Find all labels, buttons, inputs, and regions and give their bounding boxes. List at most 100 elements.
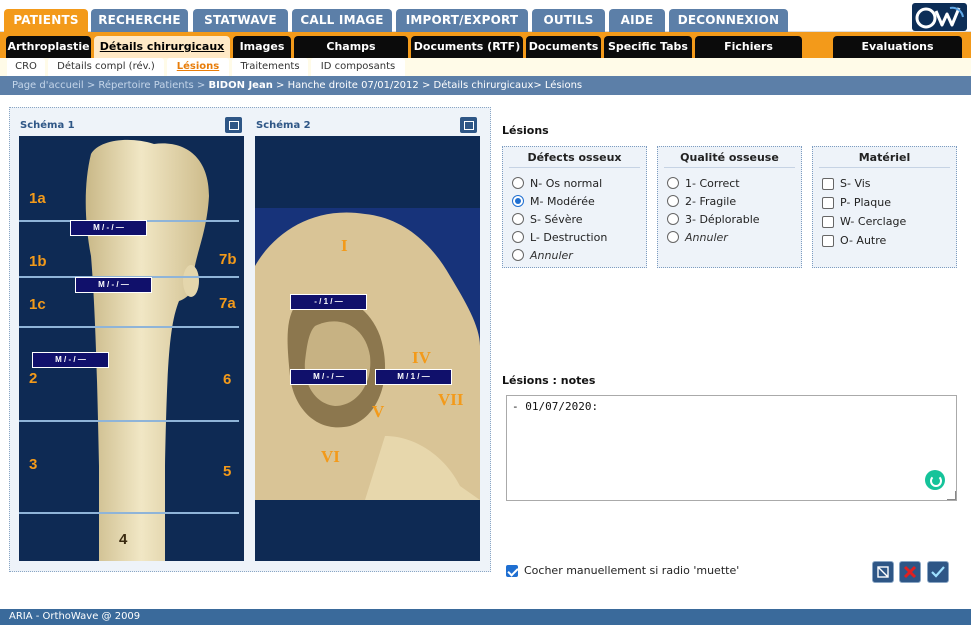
lesion-tag-zone-v[interactable]: M / - / — [290, 369, 367, 385]
material-option[interactable]: P- Plaque [813, 193, 956, 212]
material-legend: Matériel [819, 151, 950, 168]
defect-option[interactable]: S- Sévère [503, 210, 646, 228]
tab-call-image[interactable]: CALL IMAGE [292, 9, 392, 32]
top-nav: PATIENTS RECHERCHE STATWAVE CALL IMAGE I… [0, 0, 971, 32]
lesion-tag-zone-1a[interactable]: M / - / — [70, 220, 147, 236]
option-label: N- Os normal [530, 176, 603, 190]
lesions-heading: Lésions [502, 124, 549, 137]
radio-button[interactable] [512, 213, 524, 225]
manual-check-row[interactable]: Cocher manuellement si radio 'muette' [506, 564, 739, 577]
quality-option[interactable]: 2- Fragile [658, 192, 801, 210]
close-icon [903, 565, 917, 579]
radio-button[interactable] [512, 177, 524, 189]
zone-label: 5 [223, 463, 232, 480]
lesion-tag-zone-iv[interactable]: M / 1 / — [375, 369, 452, 385]
zone-line [19, 326, 239, 328]
tab-aide[interactable]: AIDE [609, 9, 665, 32]
quality-option[interactable]: 1- Correct [658, 174, 801, 192]
tab-traitements[interactable]: Traitements [232, 58, 308, 76]
resize-grip-icon[interactable] [947, 491, 956, 500]
breadcrumb-current: > Hanche droite 07/01/2012 > Détails chi… [276, 80, 583, 91]
zone-label: 3 [29, 456, 38, 473]
tab-images[interactable]: Images [233, 36, 291, 58]
tab-documents-rtf[interactable]: Documents (RTF) [411, 36, 523, 58]
lesion-tag-zone-2[interactable]: M / - / — [32, 352, 109, 368]
breadcrumb-path[interactable]: Page d'accueil > Répertoire Patients > [12, 80, 205, 91]
material-option[interactable]: S- Vis [813, 174, 956, 193]
tab-specific-tabs[interactable]: Specific Tabs [604, 36, 692, 58]
tab-documents[interactable]: Documents [526, 36, 601, 58]
notes-textarea[interactable]: - 01/07/2020: [506, 395, 957, 501]
tab-lesions[interactable]: Lésions [167, 58, 229, 76]
lesion-tag-zone-i[interactable]: - / 1 / — [290, 294, 367, 310]
tab-id-composants[interactable]: ID composants [311, 58, 405, 76]
breadcrumb-patient[interactable]: BIDON Jean [208, 80, 272, 91]
quality-option[interactable]: Annuler [658, 228, 801, 246]
schema-panel: Schéma 1 1a 1b 1c 2 3 4 5 6 7a 7b M / - … [9, 107, 491, 572]
checkbox[interactable] [822, 177, 834, 190]
defect-option[interactable]: L- Destruction [503, 228, 646, 246]
grammar-check-icon[interactable] [925, 470, 945, 490]
option-label: Annuler [530, 248, 573, 262]
quality-option[interactable]: 3- Déplorable [658, 210, 801, 228]
sub-nav: Arthroplastie Détails chirurgicaux Image… [0, 32, 971, 75]
orthowave-logo [912, 3, 967, 31]
lesion-tag-zone-1b[interactable]: M / - / — [75, 277, 152, 293]
radio-button[interactable] [512, 195, 524, 207]
cancel-button[interactable] [899, 561, 921, 583]
tab-deconnexion[interactable]: DECONNEXION [669, 9, 788, 32]
schema2-title: Schéma 2 [256, 120, 311, 131]
option-label: S- Vis [840, 177, 871, 190]
radio-button[interactable] [667, 195, 679, 207]
checkbox[interactable] [822, 215, 834, 228]
material-option[interactable]: O- Autre [813, 231, 956, 250]
validate-button[interactable] [927, 561, 949, 583]
radio-button[interactable] [512, 249, 524, 261]
checkbox[interactable] [822, 234, 834, 247]
schema1-expand-button[interactable] [225, 117, 242, 133]
expand-icon [877, 566, 889, 578]
radio-button[interactable] [667, 213, 679, 225]
tab-details-chirurgicaux[interactable]: Détails chirurgicaux [94, 36, 230, 58]
tab-statwave[interactable]: STATWAVE [193, 9, 288, 32]
radio-button[interactable] [512, 231, 524, 243]
tab-champs-utilisateur[interactable]: Champs utilisateur [294, 36, 408, 75]
manual-check-label: Cocher manuellement si radio 'muette' [524, 564, 740, 577]
option-label: Annuler [685, 230, 728, 244]
zone-line [19, 512, 239, 514]
tab-evaluations-cliniques[interactable]: Evaluations cliniques [833, 36, 962, 75]
manual-checkbox[interactable] [506, 564, 518, 577]
defect-option[interactable]: M- Modérée [503, 192, 646, 210]
tab-arthroplastie[interactable]: Arthroplastie [6, 36, 91, 58]
tab-details-compl[interactable]: Détails compl (rév.) [48, 58, 164, 76]
radio-button[interactable] [667, 231, 679, 243]
tab-patients[interactable]: PATIENTS [4, 9, 88, 32]
option-label: W- Cerclage [840, 215, 907, 228]
schema2-expand-button[interactable] [460, 117, 477, 133]
material-option[interactable]: W- Cerclage [813, 212, 956, 231]
tab-outils[interactable]: OUTILS [532, 9, 605, 32]
option-label: L- Destruction [530, 230, 608, 244]
zone-label: IV [412, 348, 431, 367]
tab-import-export[interactable]: IMPORT/EXPORT [396, 9, 528, 32]
schema1-title: Schéma 1 [20, 120, 75, 131]
option-label: 1- Correct [685, 176, 740, 190]
tab-fichiers-externes[interactable]: Fichiers externes [695, 36, 802, 75]
option-label: O- Autre [840, 234, 887, 247]
radio-button[interactable] [667, 177, 679, 189]
option-label: 2- Fragile [685, 194, 737, 208]
tab-cro[interactable]: CRO [7, 58, 45, 76]
zone-label: V [372, 402, 385, 421]
schema1-image[interactable]: 1a 1b 1c 2 3 4 5 6 7a 7b M / - / — M / -… [19, 136, 244, 561]
checkbox[interactable] [822, 196, 834, 209]
tab-recherche[interactable]: RECHERCHE [91, 9, 188, 32]
schema2-image[interactable]: I IV V VI VII - / 1 / — M / - / — M / 1 … [255, 136, 480, 561]
zone-label: 2 [29, 370, 38, 387]
zone-label: VII [438, 390, 464, 409]
zone-label: I [341, 236, 348, 255]
expand-button[interactable] [872, 561, 894, 583]
acetabulum-drawing [255, 208, 480, 500]
defect-option[interactable]: N- Os normal [503, 174, 646, 192]
defect-option[interactable]: Annuler [503, 246, 646, 264]
defects-group: Défects osseux N- Os normal M- Modérée S… [502, 146, 647, 268]
